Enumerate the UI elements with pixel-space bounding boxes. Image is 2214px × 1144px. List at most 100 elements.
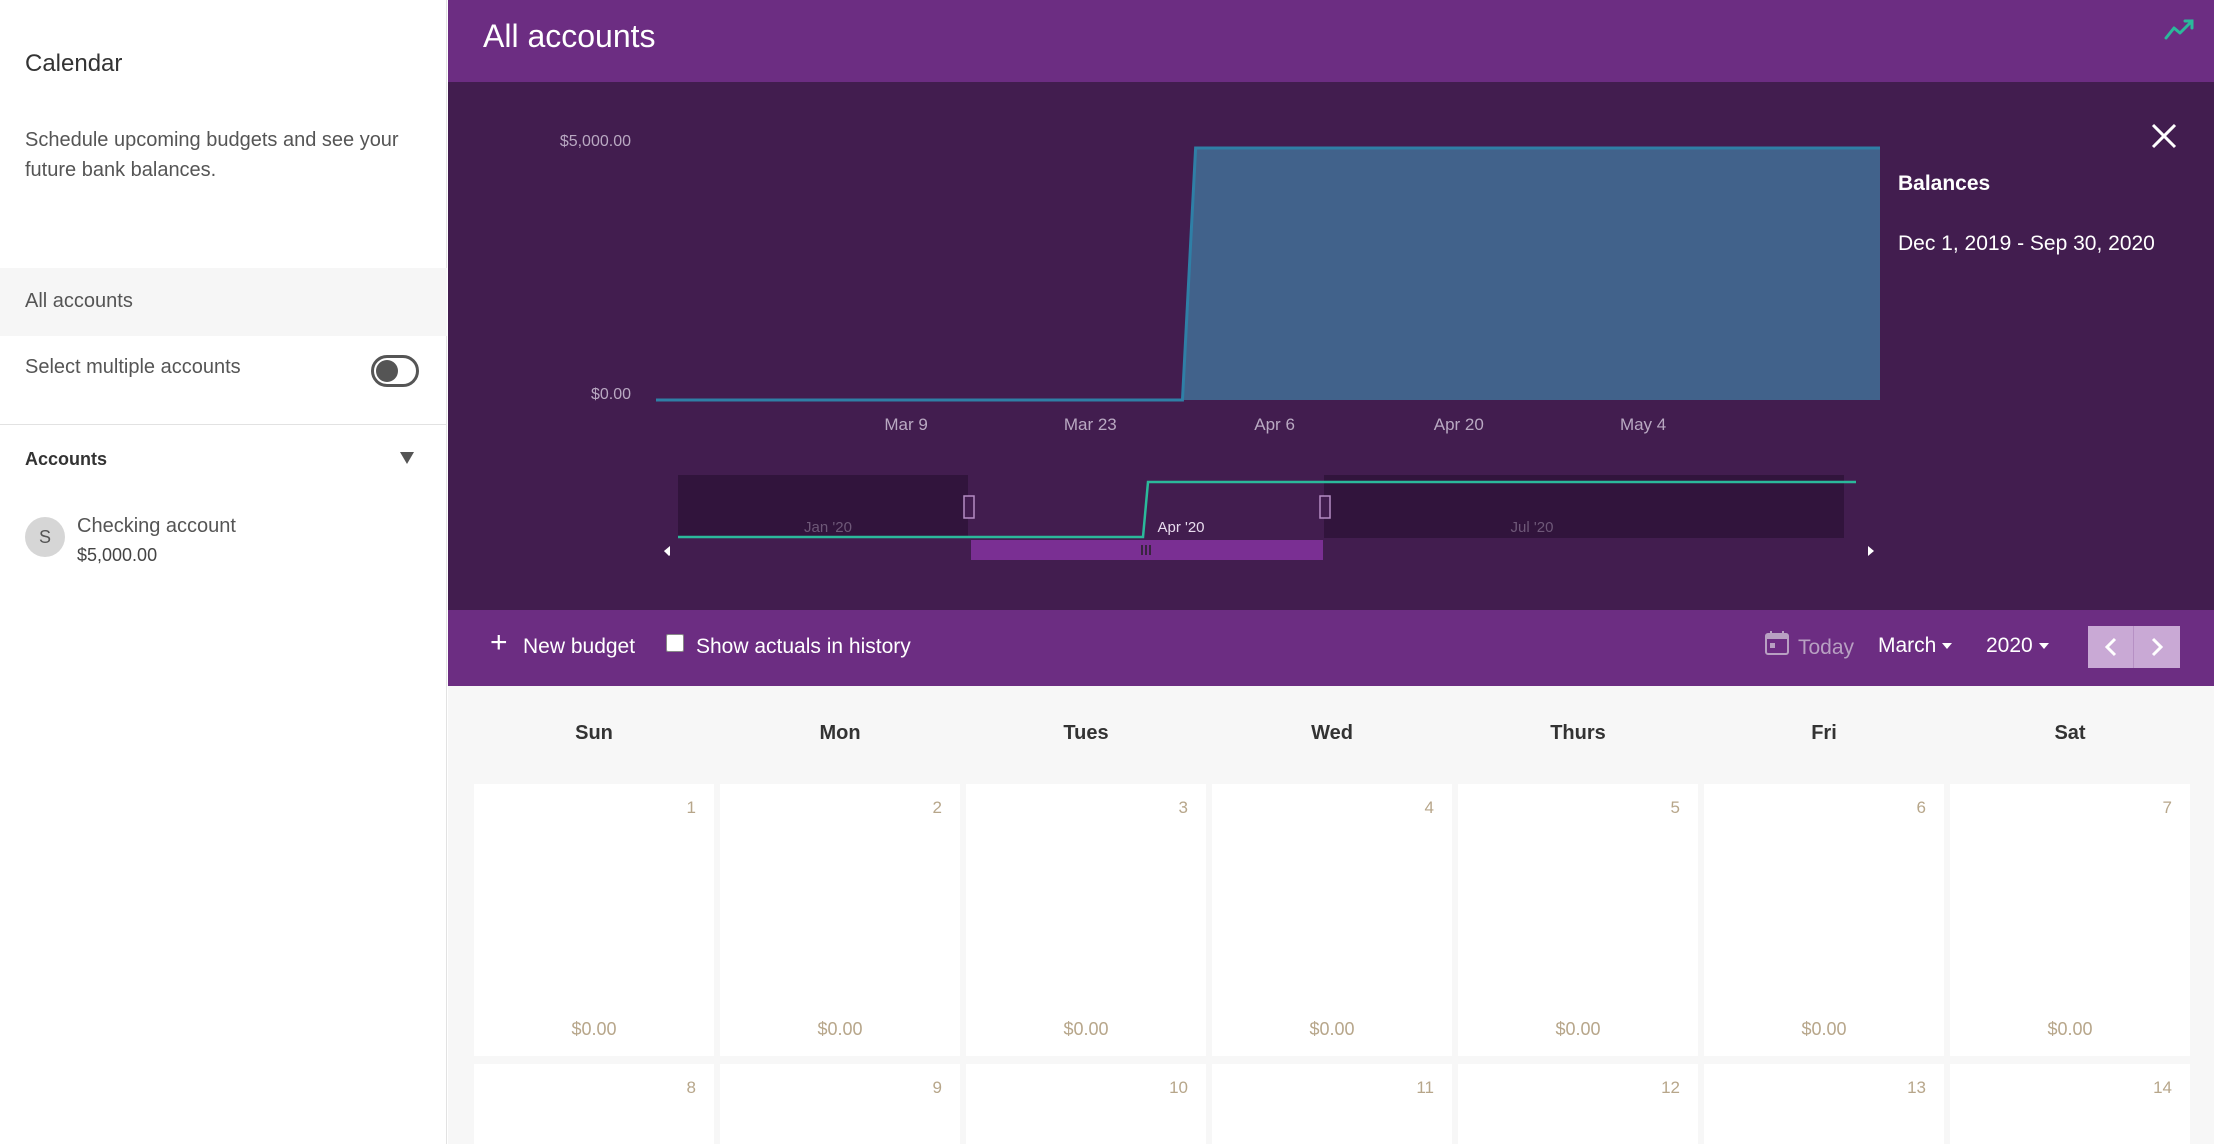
chevron-right-icon: [2151, 637, 2164, 657]
all-accounts-item[interactable]: All accounts: [0, 268, 447, 336]
calendar-day[interactable]: 4 $0.00: [1212, 784, 1452, 1056]
today-button[interactable]: Today: [1798, 636, 1854, 660]
weekday-header: Tues: [1063, 722, 1109, 744]
show-actuals-label: Show actuals in history: [696, 635, 911, 658]
year-value: 2020: [1986, 634, 2033, 657]
calendar-icon[interactable]: [1764, 630, 1790, 656]
day-number: 7: [2162, 798, 2172, 817]
day-number: 4: [1424, 798, 1434, 817]
accounts-collapse-caret-icon[interactable]: [400, 452, 414, 464]
day-balance: $0.00: [571, 1019, 617, 1039]
page-title: All accounts: [483, 18, 656, 54]
chevron-down-icon: [2038, 643, 2049, 650]
calendar-day[interactable]: 7 $0.00: [1950, 784, 2190, 1056]
account-name: Checking account: [77, 515, 236, 537]
day-balance: $0.00: [2047, 1019, 2093, 1039]
balances-title: Balances: [1898, 172, 1991, 195]
x-tick-label: Mar 23: [1064, 415, 1117, 434]
x-axis-ticks: Mar 9 Mar 23 Apr 6 Apr 20 May 4: [884, 415, 1666, 434]
scroll-right-arrow-icon: [1868, 546, 1874, 556]
year-dropdown[interactable]: 2020: [1986, 634, 2049, 658]
weekday-header: Thurs: [1550, 722, 1606, 744]
trend-line-icon[interactable]: [2164, 18, 2196, 42]
toggle-knob: [376, 360, 398, 382]
sidebar-divider: [0, 424, 447, 425]
day-number: 5: [1670, 798, 1680, 817]
day-number: 8: [686, 1078, 696, 1097]
navigator-label: Jan '20: [804, 519, 852, 536]
day-number: 2: [932, 798, 942, 817]
navigator-label: Apr '20: [1157, 519, 1204, 536]
sidebar-description: Schedule upcoming budgets and see your f…: [25, 129, 399, 181]
weekday-header: Wed: [1311, 722, 1353, 744]
calendar-day[interactable]: 13: [1704, 1064, 1944, 1144]
day-number: 1: [686, 798, 696, 817]
sidebar-title: Calendar: [25, 50, 123, 77]
day-balance: $0.00: [1801, 1019, 1847, 1039]
x-tick-label: Apr 20: [1434, 415, 1484, 434]
new-budget-label: New budget: [523, 635, 636, 658]
calendar-day[interactable]: 1 $0.00: [474, 784, 714, 1056]
x-tick-label: May 4: [1620, 415, 1666, 434]
balances-chart-panel: $5,000.00 $0.00 Mar 9 Mar 23 Apr 6 Apr 20 Ma…: [448, 82, 2214, 610]
navigator-mask-right: [1324, 475, 1844, 538]
chevron-down-icon: [1942, 643, 1953, 650]
select-multiple-label: Select multiple accounts: [25, 356, 241, 378]
calendar-day[interactable]: 6 $0.00: [1704, 784, 1944, 1056]
calendar-day[interactable]: 9: [720, 1064, 960, 1144]
month-value: March: [1878, 634, 1937, 657]
day-number: 9: [932, 1078, 942, 1097]
calendar-day[interactable]: 14: [1950, 1064, 2190, 1144]
calendar-toolbar: + New budget Show actuals in history Tod…: [448, 610, 2214, 686]
x-tick-label: Mar 9: [884, 415, 927, 434]
page-header: All accounts: [448, 0, 2214, 82]
day-balance: $0.00: [1555, 1019, 1601, 1039]
day-number: 10: [1169, 1078, 1188, 1097]
day-number: 11: [1416, 1078, 1434, 1097]
account-avatar: S: [25, 517, 65, 557]
calendar-day[interactable]: 5 $0.00: [1458, 784, 1698, 1056]
balance-area: [656, 148, 1880, 400]
select-multiple-toggle[interactable]: [371, 355, 419, 387]
scroll-left-arrow-icon-shape: [664, 546, 670, 556]
balances-date-range: Dec 1, 2019 - Sep 30, 2020: [1898, 232, 2155, 255]
all-accounts-label: All accounts: [25, 290, 133, 312]
day-number: 12: [1661, 1078, 1680, 1097]
day-balance: $0.00: [1309, 1019, 1355, 1039]
calendar-day[interactable]: 12: [1458, 1064, 1698, 1144]
calendar-day[interactable]: 2 $0.00: [720, 784, 960, 1056]
plus-icon: +: [490, 626, 508, 659]
weekday-header: Fri: [1811, 722, 1837, 744]
calendar-day[interactable]: 3 $0.00: [966, 784, 1206, 1056]
chevron-left-icon: [2104, 637, 2117, 657]
x-tick-label: Apr 6: [1254, 415, 1295, 434]
day-balance: $0.00: [817, 1019, 863, 1039]
navigator-label: Jul '20: [1511, 519, 1554, 536]
next-month-button[interactable]: [2134, 626, 2180, 668]
y-tick-label: $5,000.00: [560, 133, 631, 150]
balances-chart: $5,000.00 $0.00 Mar 9 Mar 23 Apr 6 Apr 20 Ma…: [560, 133, 1880, 560]
y-tick-label: $0.00: [591, 386, 631, 403]
weekday-header: Sat: [2054, 722, 2086, 744]
month-dropdown[interactable]: March: [1878, 634, 1953, 658]
day-number: 6: [1916, 798, 1926, 817]
previous-month-button[interactable]: [2088, 626, 2134, 668]
navigator-scrollbar-thumb: [971, 540, 1323, 560]
calendar-day[interactable]: 8: [474, 1064, 714, 1144]
day-number: 13: [1907, 1078, 1926, 1097]
sidebar: Calendar Schedule upcoming budgets and s…: [0, 0, 447, 1144]
navigator-handle-right: [1319, 495, 1331, 519]
day-balance: $0.00: [1063, 1019, 1109, 1039]
accounts-heading: Accounts: [25, 449, 108, 469]
close-icon[interactable]: [2148, 120, 2180, 152]
account-balance: $5,000.00: [77, 545, 158, 565]
day-number: 14: [2153, 1078, 2172, 1097]
calendar-grid: Sun Mon Tues Wed Thurs Fri Sat 1 $0.00 2 $…: [448, 686, 2214, 1144]
weekday-header: Mon: [819, 722, 861, 744]
navigator-handle-left: [963, 495, 975, 519]
day-number: 3: [1178, 798, 1188, 817]
show-actuals-checkbox[interactable]: [666, 634, 684, 652]
weekday-header: Sun: [575, 722, 613, 744]
calendar-day[interactable]: 11: [1212, 1064, 1452, 1144]
calendar-day[interactable]: 10: [966, 1064, 1206, 1144]
